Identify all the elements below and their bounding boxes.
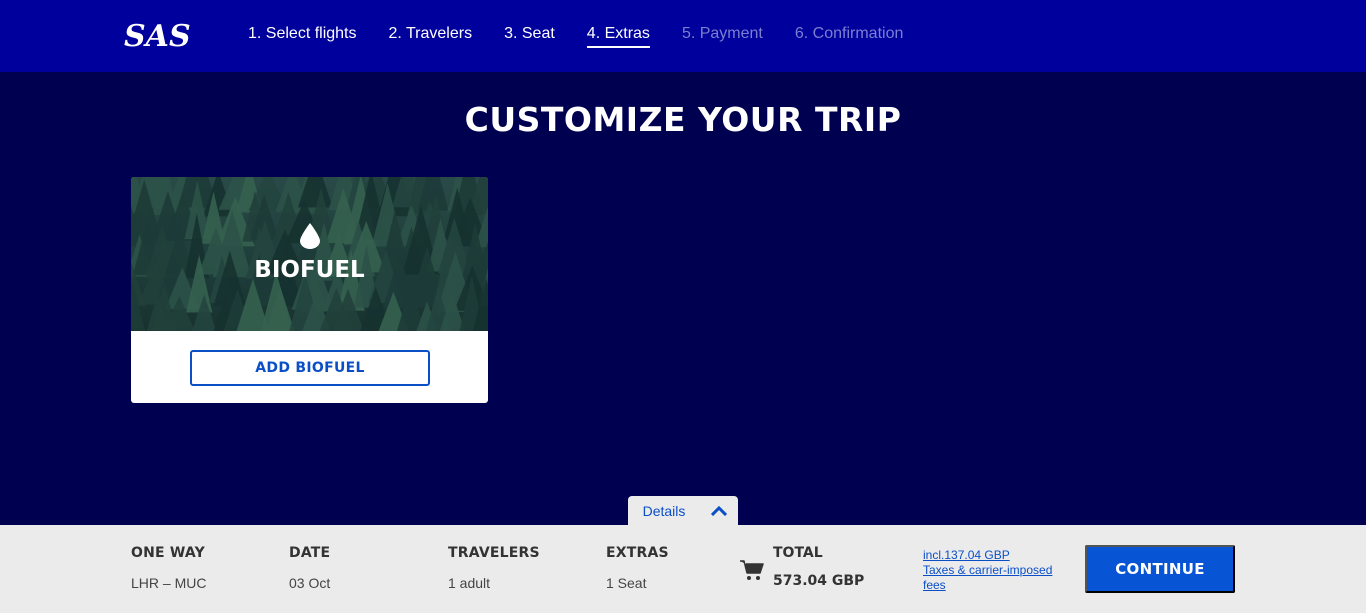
booking-steps: 1. Select flights 2. Travelers 3. Seat 4… xyxy=(248,0,935,72)
route-value: LHR – MUC xyxy=(131,575,207,591)
top-navigation-bar: SAS 1. Select flights 2. Travelers 3. Se… xyxy=(0,0,1366,72)
sas-logo[interactable]: SAS xyxy=(122,18,196,52)
biofuel-card: BIOFUEL ADD BIOFUEL xyxy=(131,177,488,403)
trip-type-heading: ONE WAY xyxy=(131,545,205,561)
taxes-link[interactable]: incl.137.04 GBP Taxes & carrier-imposed … xyxy=(923,548,1063,593)
travelers-value: 1 adult xyxy=(448,575,491,591)
travelers-heading: TRAVELERS xyxy=(448,545,540,561)
step-confirmation: 6. Confirmation xyxy=(794,24,904,42)
add-biofuel-button[interactable]: ADD BIOFUEL xyxy=(190,350,430,386)
date-heading: DATE xyxy=(289,545,331,561)
total-summary: TOTAL 573.04 GBP xyxy=(773,545,864,589)
sas-logo-text: SAS xyxy=(124,19,191,52)
forest-background xyxy=(131,177,488,331)
chevron-up-icon xyxy=(711,506,728,516)
forest-image: BIOFUEL xyxy=(131,177,488,331)
step-travelers[interactable]: 2. Travelers xyxy=(389,25,473,48)
taxes-line-3: fees xyxy=(923,578,946,592)
cart-icon xyxy=(740,560,764,580)
trip-type-summary: ONE WAY LHR – MUC xyxy=(131,545,206,591)
total-amount: 573.04 GBP xyxy=(773,573,865,589)
step-select-flights[interactable]: 1. Select flights xyxy=(248,25,357,48)
continue-button[interactable]: CONTINUE xyxy=(1085,545,1235,593)
taxes-line-1: incl.137.04 GBP xyxy=(923,548,1010,562)
details-label: Details xyxy=(642,503,686,519)
extras-summary: EXTRAS 1 Seat xyxy=(606,545,669,591)
step-seat[interactable]: 3. Seat xyxy=(504,25,555,48)
step-payment: 5. Payment xyxy=(681,24,763,42)
extras-heading: EXTRAS xyxy=(606,545,669,561)
total-heading: TOTAL xyxy=(773,545,823,561)
extras-value: 1 Seat xyxy=(606,575,647,591)
card-title: BIOFUEL xyxy=(254,257,365,283)
step-extras[interactable]: 4. Extras xyxy=(586,25,650,48)
date-summary: DATE 03 Oct xyxy=(289,545,330,591)
trip-summary-bar: ONE WAY LHR – MUC DATE 03 Oct TRAVELERS … xyxy=(0,525,1366,613)
date-value: 03 Oct xyxy=(289,575,331,591)
details-toggle[interactable]: Details xyxy=(628,496,738,526)
drop-icon xyxy=(300,223,320,249)
page-title: CUSTOMIZE YOUR TRIP xyxy=(464,100,902,139)
travelers-summary: TRAVELERS 1 adult xyxy=(448,545,540,591)
taxes-line-2: Taxes & carrier-imposed xyxy=(923,563,1053,577)
